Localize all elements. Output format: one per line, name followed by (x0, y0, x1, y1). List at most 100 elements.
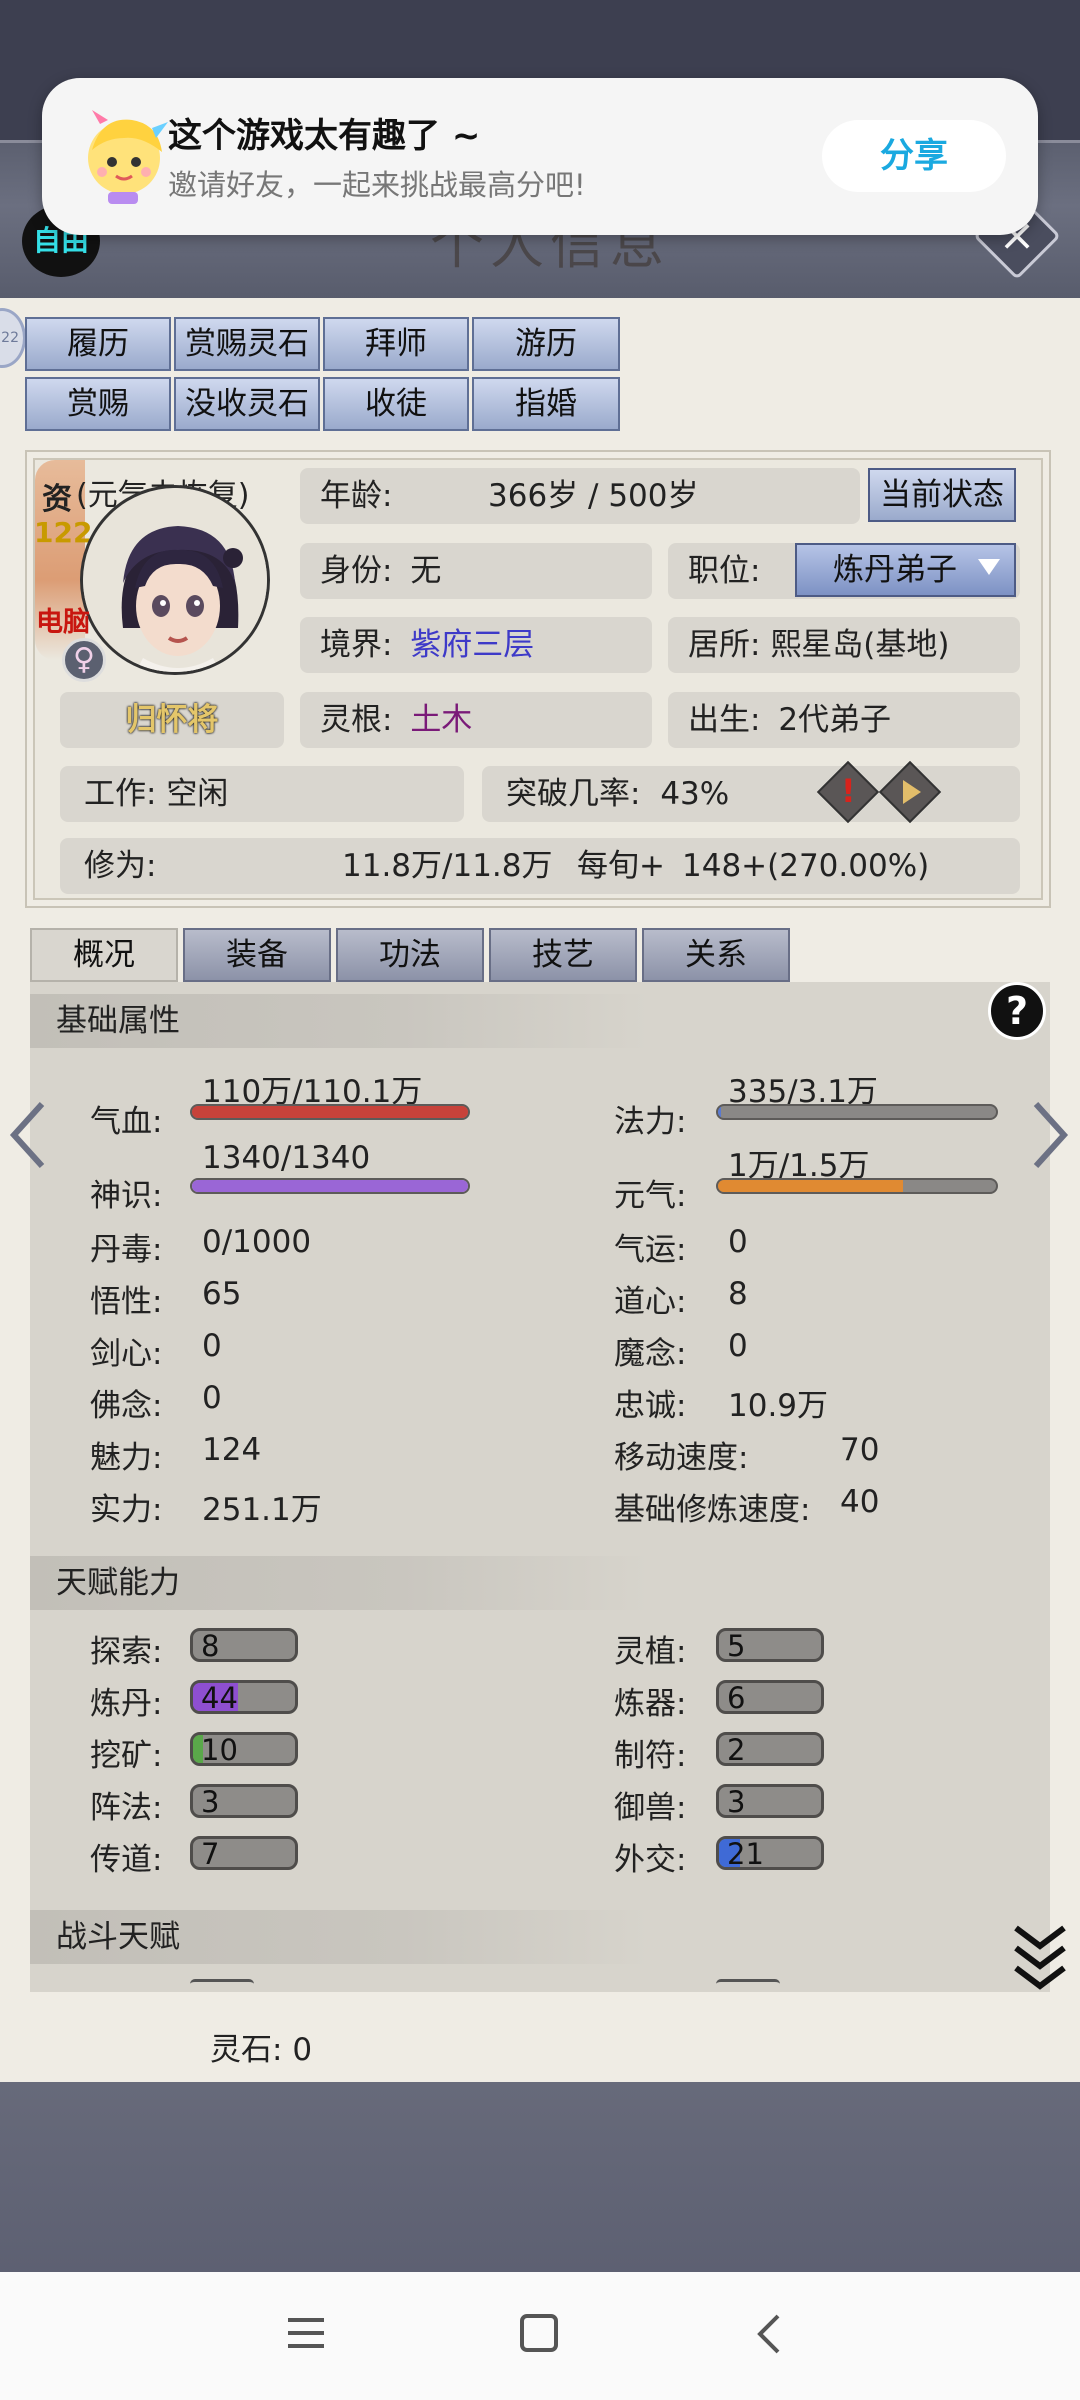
vital-bar (716, 1178, 998, 1194)
talent-value: 21 (727, 1837, 764, 1870)
talents-header: 天赋能力 (30, 1556, 650, 1610)
work-row[interactable]: 工作: 空闲 (60, 766, 464, 822)
talent-value: 6 (727, 1681, 746, 1714)
talent-label: 传道: (90, 1842, 163, 1878)
back-icon[interactable] (754, 2312, 784, 2356)
tab-resume[interactable]: 履历 (25, 317, 171, 371)
talent-bar: 2 (716, 1732, 824, 1766)
tab-overview[interactable]: 概况 (30, 928, 178, 982)
home-icon[interactable] (520, 2314, 558, 2352)
attr-value: 0 (202, 1380, 222, 1416)
work-value: 空闲 (166, 776, 229, 812)
talent-value: 2 (727, 1733, 746, 1766)
talent-bar: 3 (190, 1784, 298, 1818)
toast-title: 这个游戏太有趣了 ~ (168, 116, 481, 156)
talent-bar: 3 (716, 1784, 824, 1818)
tab-apprentice[interactable]: 拜师 (323, 317, 469, 371)
tab-reward[interactable]: 赏赐 (25, 377, 171, 431)
residence-label: 居所: (688, 627, 761, 663)
tab-take-disciple[interactable]: 收徒 (323, 377, 469, 431)
cultivation-label: 修为: (84, 848, 157, 884)
attr-value: 0/1000 (202, 1224, 312, 1260)
attr-value: 0 (728, 1328, 748, 1364)
attr-value: 70 (840, 1432, 880, 1468)
attr-label: 移动速度: (614, 1440, 749, 1476)
tab-reward-stones[interactable]: 赏赐灵石 (174, 317, 320, 371)
scroll-down-icon[interactable] (1010, 1922, 1070, 1990)
help-icon[interactable]: ? (988, 982, 1046, 1040)
hp-bar-fill (192, 1106, 468, 1118)
avatar[interactable] (80, 485, 270, 675)
attr-label: 道心: (614, 1284, 687, 1320)
character-name[interactable]: 归怀将 (60, 692, 284, 748)
sense-bar (190, 1178, 470, 1194)
bottom-background (0, 2082, 1080, 2272)
position-select[interactable]: 炼丹弟子 (795, 543, 1016, 597)
share-toast[interactable]: 这个游戏太有趣了 ~ 邀请好友，一起来挑战最高分吧! 分享 (42, 78, 1038, 235)
tab-skills[interactable]: 功法 (336, 928, 484, 982)
attr-value: 65 (202, 1276, 242, 1312)
breakthrough-value: 43% (660, 776, 730, 812)
tab-confiscate-stones[interactable]: 没收灵石 (174, 377, 320, 431)
attr-value: 40 (840, 1484, 880, 1520)
attr-label: 丹毒: (90, 1232, 163, 1268)
next-character-arrow-icon[interactable] (1030, 1100, 1070, 1170)
mana-label: 法力: (614, 1104, 687, 1140)
attr-label: 佛念: (90, 1388, 163, 1424)
birth-value: 2代弟子 (778, 702, 892, 738)
cultivation-row: 修为: 11.8万/11.8万 每旬+ 148+(270.00%) (60, 838, 1020, 894)
attr-value: 10.9万 (728, 1388, 829, 1424)
realm-row: 境界: 紫府三层 (300, 617, 652, 673)
talent-bar: 7 (190, 1836, 298, 1870)
age-row: 年龄: 366岁 / 500岁 (300, 468, 860, 524)
attr-value: 251.1万 (202, 1492, 322, 1528)
talent-bar: 10 (190, 1732, 298, 1766)
residence-value: 熙星岛(基地) (770, 627, 950, 663)
attr-value: 0 (728, 1224, 748, 1260)
talent-label: 阵法: (90, 1790, 163, 1826)
talent-label: 御兽: (614, 1790, 687, 1826)
talent-value: 10 (201, 1733, 238, 1766)
talent-label: 炼器: (614, 1686, 687, 1722)
talent-label: 外交: (614, 1842, 687, 1878)
basic-attributes-header: 基础属性 (30, 994, 650, 1048)
mana-bar-fill (718, 1106, 721, 1118)
talent-label: 挖矿: (90, 1738, 163, 1774)
current-status-button[interactable]: 当前状态 (868, 468, 1016, 522)
toast-subtitle: 邀请好友，一起来挑战最高分吧! (168, 168, 586, 202)
attr-label: 气运: (614, 1232, 687, 1268)
breakthrough-row: 突破几率: 43% (482, 766, 1020, 822)
tab-crafts[interactable]: 技艺 (489, 928, 637, 982)
sense-value: 1340/1340 (202, 1140, 371, 1176)
talent-bar: 44 (190, 1680, 298, 1714)
system-nav-bar (0, 2272, 1080, 2400)
realm-value: 紫府三层 (410, 627, 535, 663)
tab-travel[interactable]: 游历 (472, 317, 620, 371)
menu-icon[interactable] (286, 2316, 326, 2350)
mana-bar (716, 1104, 998, 1120)
tab-equipment[interactable]: 装备 (183, 928, 331, 982)
sense-label: 神识: (90, 1178, 163, 1214)
root-label: 灵根: (320, 702, 393, 738)
overview-content[interactable]: 基础属性 ? 气血: 110万/110.1万 法力: 335/3.1万 神识: … (30, 982, 1050, 1992)
birth-label: 出生: (688, 702, 761, 738)
warning-mark: ! (841, 772, 856, 810)
prev-character-arrow-icon[interactable] (8, 1100, 48, 1170)
attr-label: 基础修炼速度: (614, 1492, 811, 1528)
share-button[interactable]: 分享 (822, 120, 1006, 192)
mascot-icon (72, 106, 174, 206)
tab-relations[interactable]: 关系 (642, 928, 790, 982)
talent-value: 3 (201, 1785, 220, 1818)
talent-bar: 8 (190, 1628, 298, 1662)
realm-label: 境界: (320, 627, 393, 663)
chevron-down-icon (978, 559, 1000, 575)
root-value: 土木 (410, 702, 473, 738)
root-row: 灵根: 土木 (300, 692, 652, 748)
tab-marriage[interactable]: 指婚 (472, 377, 620, 431)
age-label: 年龄: (320, 478, 393, 514)
talent-value: 8 (201, 1629, 220, 1662)
vital-bar-fill (718, 1180, 904, 1192)
position-label: 职位: (688, 553, 761, 589)
hp-label: 气血: (90, 1104, 163, 1140)
controller-label: 电脑 (36, 607, 90, 638)
